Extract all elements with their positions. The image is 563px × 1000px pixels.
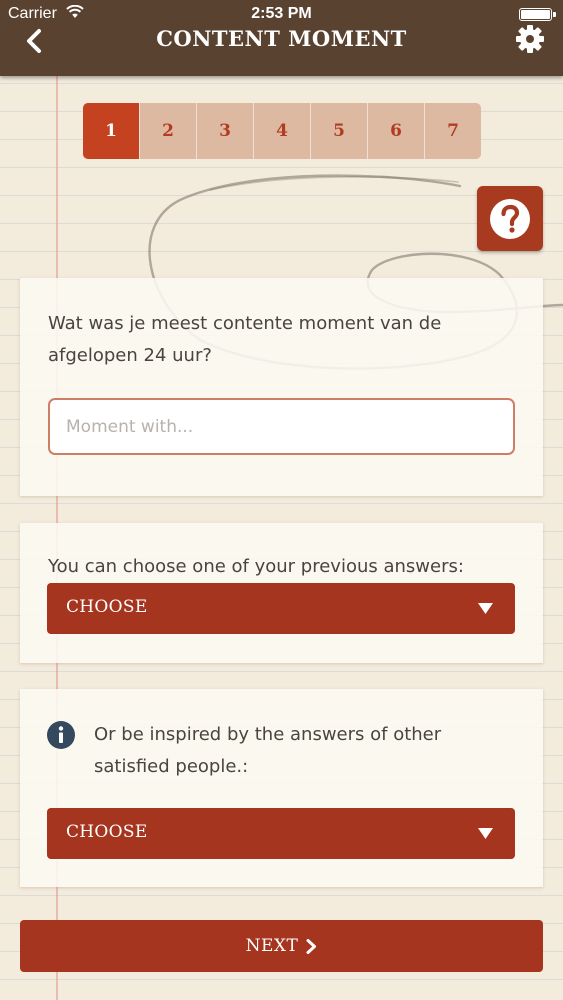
caret-down-icon: [478, 603, 493, 614]
step-5[interactable]: 5: [310, 103, 367, 159]
step-6[interactable]: 6: [367, 103, 424, 159]
next-label: NEXT: [245, 936, 299, 956]
help-button[interactable]: [477, 186, 543, 251]
gear-icon: [516, 25, 544, 53]
settings-button[interactable]: [515, 24, 545, 54]
step-3[interactable]: 3: [196, 103, 253, 159]
caret-down-icon: [478, 828, 493, 839]
info-icon: [47, 721, 75, 749]
status-bar: Carrier 2:53 PM: [0, 0, 563, 28]
clock: 2:53 PM: [251, 5, 312, 22]
question-mark-icon: [490, 198, 530, 239]
inspiration-card: Or be inspired by the answers of other s…: [20, 689, 543, 887]
navigation-bar: Carrier 2:53 PM CONTENT MOMENT: [0, 0, 563, 76]
step-1[interactable]: 1: [83, 103, 139, 159]
next-button[interactable]: NEXT: [20, 920, 543, 972]
previous-answers-card: You can choose one of your previous answ…: [20, 523, 543, 663]
battery-icon: [519, 8, 552, 21]
question-text: Wat was je meest contente moment van de …: [48, 313, 442, 366]
dropdown-value: CHOOSE: [66, 822, 148, 842]
previous-answers-label: You can choose one of your previous answ…: [48, 556, 464, 577]
question-card: Wat was je meest contente moment van de …: [20, 278, 543, 496]
step-indicator: 1 2 3 4 5 6 7: [83, 103, 481, 159]
inspiration-label: Or be inspired by the answers of other s…: [94, 724, 442, 777]
step-2[interactable]: 2: [139, 103, 196, 159]
step-4[interactable]: 4: [253, 103, 310, 159]
moment-input[interactable]: [48, 398, 515, 455]
previous-answers-dropdown[interactable]: CHOOSE: [47, 583, 515, 634]
page-title: CONTENT MOMENT: [156, 26, 407, 51]
inspiration-dropdown[interactable]: CHOOSE: [47, 808, 515, 859]
chevron-right-icon: [306, 938, 317, 954]
dropdown-value: CHOOSE: [66, 597, 148, 617]
step-7[interactable]: 7: [424, 103, 481, 159]
